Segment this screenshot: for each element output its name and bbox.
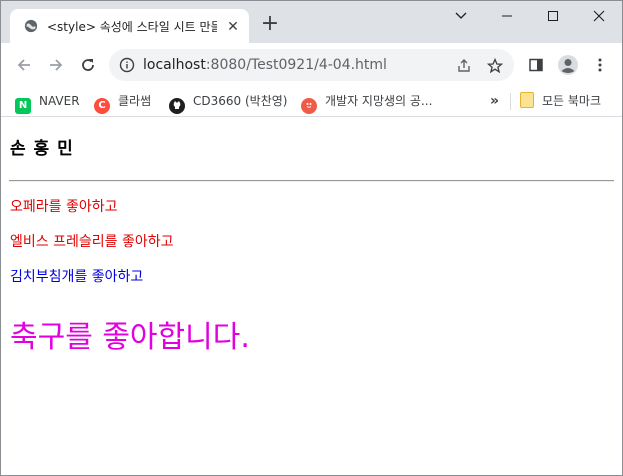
horizontal-rule — [9, 180, 614, 182]
bookmark-blog[interactable]: 개발자 지망생의 공... — [301, 91, 433, 114]
heading-name: 손 홍 민 — [10, 139, 74, 159]
url-host: localhost — [143, 57, 206, 73]
bookmark-github[interactable]: CD3660 (박찬영) — [169, 91, 288, 114]
bookmark-label: NAVER — [39, 94, 80, 108]
all-bookmarks-folder[interactable]: 모든 북마크 — [520, 91, 601, 111]
new-tab-button[interactable]: + — [258, 12, 282, 36]
tab-strip: <style> 속성에 스타일 시트 만들기 ✕ + — [1, 1, 622, 43]
close-window-button[interactable] — [576, 1, 622, 31]
active-tab[interactable]: <style> 속성에 스타일 시트 만들기 ✕ — [10, 9, 249, 43]
classum-icon: C — [94, 98, 110, 114]
bookmarks-bar: N NAVER C 클라썸 CD3660 (박찬영) 개발자 지망생의 공... »… — [1, 87, 622, 117]
back-arrow-icon[interactable] — [11, 52, 37, 78]
line-opera: 오페라를 좋아하고 — [10, 199, 118, 215]
page-content: 손 홍 민 오페라를 좋아하고 엘비스 프레슬리를 좋아하고 김치부침개를 좋아… — [1, 117, 622, 475]
globe-icon — [24, 19, 38, 33]
profile-avatar[interactable] — [555, 52, 581, 78]
tab-title: <style> 속성에 스타일 시트 만들기 — [47, 20, 217, 34]
bookmark-label: 모든 북마크 — [542, 94, 602, 108]
tab-search-icon[interactable] — [438, 1, 484, 31]
toolbar: localhost:8080/Test0921/4-04.html — [1, 43, 622, 87]
naver-icon: N — [15, 98, 31, 114]
minimize-button[interactable] — [484, 1, 530, 31]
browser-window: <style> 속성에 스타일 시트 만들기 ✕ + localhost:808… — [0, 0, 623, 476]
line-kimchi: 김치부침개를 좋아하고 — [10, 269, 144, 285]
reload-icon[interactable] — [75, 52, 101, 78]
bookmarks-divider — [510, 93, 511, 110]
big-text-soccer: 축구를 좋아합니다. — [10, 320, 250, 355]
site-info-icon[interactable] — [119, 57, 135, 73]
address-bar[interactable]: localhost:8080/Test0921/4-04.html — [109, 49, 514, 81]
folder-icon — [520, 92, 534, 108]
forward-arrow-icon[interactable] — [43, 52, 69, 78]
bookmark-label: CD3660 (박찬영) — [193, 94, 288, 108]
close-tab-icon[interactable]: ✕ — [225, 19, 241, 35]
url-text[interactable]: localhost:8080/Test0921/4-04.html — [143, 56, 387, 74]
url-path: :8080/Test0921/4-04.html — [205, 57, 387, 73]
bookmark-classum[interactable]: C 클라썸 — [94, 91, 152, 114]
bookmark-naver[interactable]: N NAVER — [15, 91, 80, 114]
bookmark-star-icon[interactable] — [486, 56, 504, 74]
bookmark-label: 개발자 지망생의 공... — [325, 94, 433, 108]
line-elvis: 엘비스 프레슬리를 좋아하고 — [10, 234, 174, 250]
blog-icon — [301, 98, 317, 114]
bookmark-label: 클라썸 — [118, 94, 152, 108]
share-icon[interactable] — [455, 56, 473, 74]
github-icon — [169, 98, 185, 114]
menu-kebab-icon[interactable] — [587, 52, 613, 78]
side-panel-icon[interactable] — [523, 52, 549, 78]
bookmarks-overflow-button[interactable]: » — [490, 91, 499, 111]
maximize-button[interactable] — [530, 1, 576, 31]
